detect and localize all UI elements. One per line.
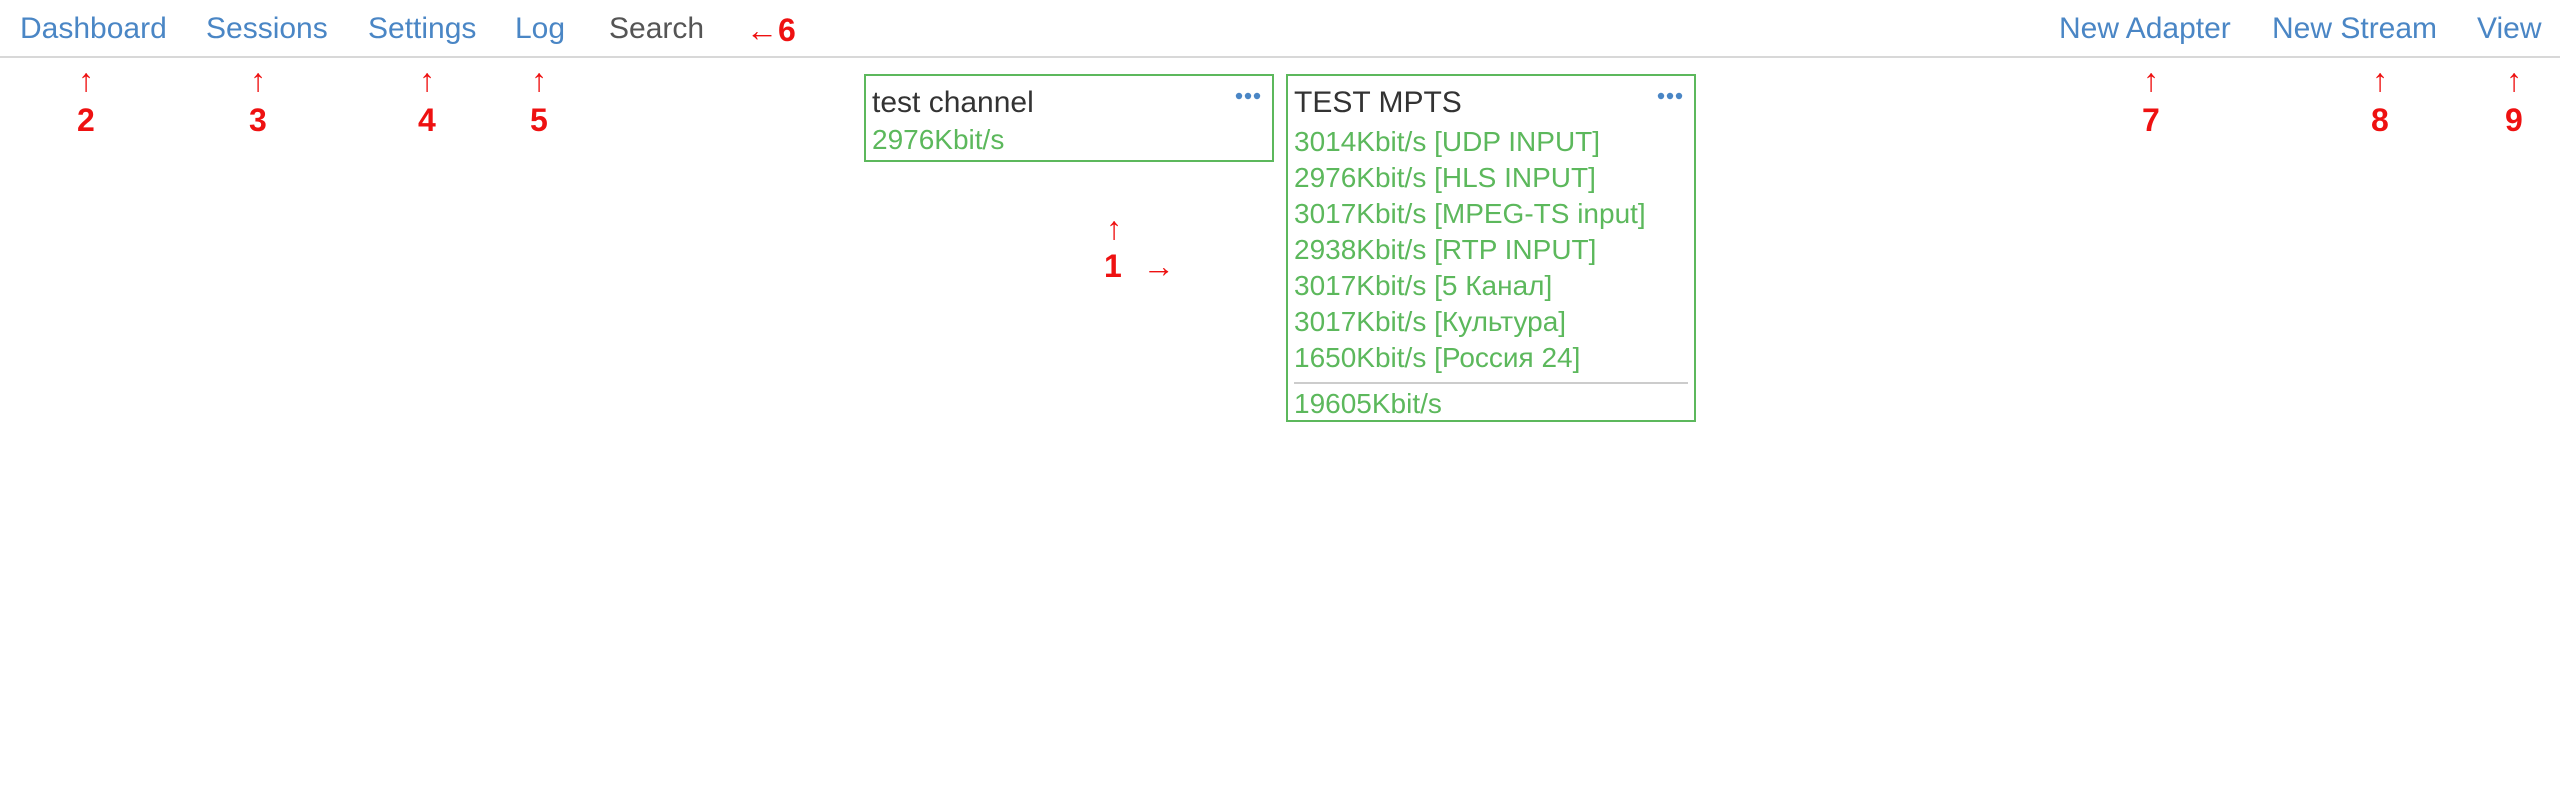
nav-sessions[interactable]: Sessions — [206, 12, 328, 46]
stream-row: 2976Kbit/s [HLS INPUT] — [1294, 162, 1596, 193]
nav-settings[interactable]: Settings — [368, 12, 476, 46]
annotation-4-arrow: ↑ — [419, 62, 435, 98]
annotation-4-number: 4 — [418, 102, 436, 138]
channel-title: TEST MPTS — [1294, 86, 1462, 119]
annotation-6-arrow: ← — [746, 12, 778, 48]
stream-row: 2938Kbit/s [RTP INPUT] — [1294, 234, 1597, 265]
stream-list: 3014Kbit/s [UDP INPUT] 2976Kbit/s [HLS I… — [1294, 124, 1688, 376]
annotation-8-arrow: ↑ — [2372, 62, 2388, 98]
channel-total-bitrate: 19605Kbit/s — [1294, 388, 1442, 419]
top-navigation: Dashboard Sessions Settings Log Search N… — [0, 0, 2560, 58]
stream-row: 1650Kbit/s [Россия 24] — [1294, 342, 1581, 373]
nav-dashboard[interactable]: Dashboard — [20, 12, 167, 46]
annotation-2-arrow: ↑ — [78, 62, 94, 98]
nav-new-adapter[interactable]: New Adapter — [2059, 12, 2231, 46]
annotation-5-number: 5 — [530, 102, 548, 138]
channel-bitrate: 2976Kbit/s — [872, 124, 1005, 155]
divider — [1294, 382, 1688, 384]
nav-new-stream[interactable]: New Stream — [2272, 12, 2437, 46]
annotation-3-number: 3 — [249, 102, 267, 138]
nav-view[interactable]: View — [2477, 12, 2541, 46]
annotation-5-arrow: ↑ — [531, 62, 547, 98]
annotation-7-arrow: ↑ — [2143, 62, 2159, 98]
stream-row: 3017Kbit/s [5 Канал] — [1294, 270, 1553, 301]
more-options-icon[interactable] — [1654, 84, 1686, 108]
annotation-1-number: 1 — [1104, 248, 1122, 284]
annotation-3-arrow: ↑ — [250, 62, 266, 98]
annotation-1-arrow: ↑ — [1106, 210, 1122, 246]
annotation-1: 1 → — [1104, 248, 1175, 284]
annotation-9-number: 9 — [2505, 102, 2523, 138]
channel-title: test channel — [872, 86, 1034, 119]
stream-row: 3014Kbit/s [UDP INPUT] — [1294, 126, 1601, 157]
page: Dashboard Sessions Settings Log Search N… — [0, 0, 2560, 806]
annotation-9-arrow: ↑ — [2506, 62, 2522, 98]
annotation-6-number: 6 — [778, 12, 796, 48]
stream-row: 3017Kbit/s [MPEG-TS input] — [1294, 198, 1646, 229]
more-options-icon[interactable] — [1232, 84, 1264, 108]
nav-log[interactable]: Log — [515, 12, 565, 46]
annotation-1-right-arrow: → — [1142, 248, 1175, 284]
annotation-7-number: 7 — [2142, 102, 2160, 138]
channel-card-test-channel[interactable]: test channel 2976Kbit/s — [864, 74, 1274, 162]
annotation-8-number: 8 — [2371, 102, 2389, 138]
channel-card-test-mpts[interactable]: TEST MPTS 3014Kbit/s [UDP INPUT] 2976Kbi… — [1286, 74, 1696, 422]
stream-row: 3017Kbit/s [Культура] — [1294, 306, 1567, 337]
annotation-6: ←6 — [746, 12, 796, 48]
annotation-2-number: 2 — [77, 102, 95, 138]
nav-search[interactable]: Search — [609, 12, 704, 46]
